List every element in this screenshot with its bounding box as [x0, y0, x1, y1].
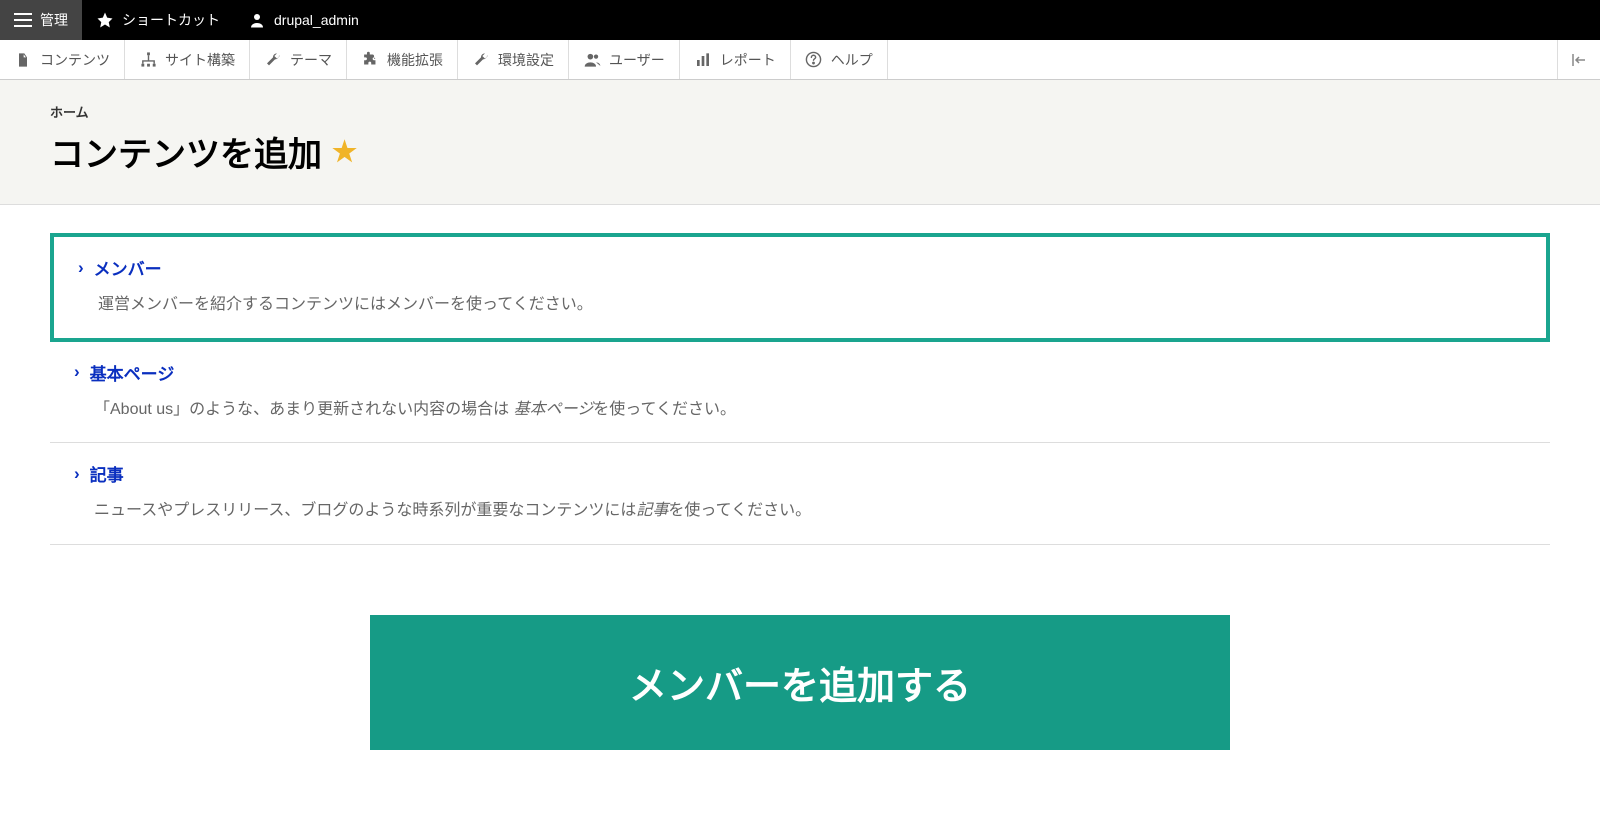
- top-toolbar: 管理 ショートカット drupal_admin: [0, 0, 1600, 40]
- shortcut-star-icon[interactable]: ★: [332, 135, 357, 168]
- shortcuts-button[interactable]: ショートカット: [82, 0, 234, 40]
- admin-menu-content[interactable]: コンテンツ: [0, 40, 125, 79]
- username-label: drupal_admin: [274, 12, 359, 28]
- user-icon: [583, 51, 601, 69]
- content-type-link[interactable]: › 記事: [74, 461, 1526, 486]
- sitemap-icon: [139, 51, 157, 69]
- toolbar-orientation-toggle[interactable]: [1557, 40, 1600, 79]
- hamburger-icon: [14, 13, 32, 27]
- breadcrumb[interactable]: ホーム: [50, 102, 1550, 121]
- wrench-icon: [264, 51, 282, 69]
- admin-menu-label: ヘルプ: [831, 50, 873, 70]
- admin-menu: コンテンツ サイト構築 テーマ 機能拡張 環境設定 ユーザー レポート ヘルプ: [0, 40, 1600, 80]
- chevron-right-icon: ›: [78, 258, 84, 278]
- admin-menu-config[interactable]: 環境設定: [458, 40, 569, 79]
- content-type-title: 記事: [90, 461, 124, 486]
- wrench-icon: [472, 51, 490, 69]
- content-type-article: › 記事 ニュースやプレスリリース、ブログのような時系列が重要なコンテンツには記…: [50, 443, 1550, 545]
- admin-menu-appearance[interactable]: テーマ: [250, 40, 347, 79]
- manage-label: 管理: [40, 10, 68, 30]
- admin-menu-people[interactable]: ユーザー: [569, 40, 680, 79]
- admin-menu-label: 環境設定: [498, 50, 554, 70]
- page-header: ホーム コンテンツを追加 ★: [0, 80, 1600, 205]
- big-button-wrap: メンバーを追加する: [50, 615, 1550, 750]
- admin-menu-label: 機能拡張: [387, 50, 443, 70]
- collapse-icon: [1570, 51, 1588, 69]
- add-member-button[interactable]: メンバーを追加する: [370, 615, 1230, 750]
- content-type-member: › メンバー 運営メンバーを紹介するコンテンツにはメンバーを使ってください。: [50, 233, 1550, 342]
- admin-menu-help[interactable]: ヘルプ: [791, 40, 888, 79]
- content-type-description: 運営メンバーを紹介するコンテンツにはメンバーを使ってください。: [78, 292, 1522, 318]
- shortcuts-label: ショートカット: [122, 10, 220, 30]
- page-title-text: コンテンツを追加: [50, 127, 322, 176]
- chevron-right-icon: ›: [74, 464, 80, 484]
- admin-menu-structure[interactable]: サイト構築: [125, 40, 250, 79]
- content-type-title: メンバー: [94, 255, 162, 280]
- admin-menu-extend[interactable]: 機能拡張: [347, 40, 458, 79]
- content-type-title: 基本ページ: [90, 360, 175, 385]
- admin-menu-label: コンテンツ: [40, 50, 110, 70]
- page-title: コンテンツを追加 ★: [50, 127, 1550, 176]
- admin-menu-reports[interactable]: レポート: [680, 40, 791, 79]
- user-icon: [248, 11, 266, 29]
- help-icon: [805, 51, 823, 69]
- admin-menu-label: テーマ: [290, 50, 332, 70]
- admin-menu-label: サイト構築: [165, 50, 235, 70]
- user-menu-button[interactable]: drupal_admin: [234, 0, 373, 40]
- manage-menu-button[interactable]: 管理: [0, 0, 82, 40]
- chevron-right-icon: ›: [74, 362, 80, 382]
- star-icon: [96, 11, 114, 29]
- content-type-link[interactable]: › 基本ページ: [74, 360, 1526, 385]
- content-type-description: 「About us」のような、あまり更新されない内容の場合は 基本ページを使って…: [74, 397, 1526, 423]
- spacer: [888, 40, 1557, 79]
- content-type-description: ニュースやプレスリリース、ブログのような時系列が重要なコンテンツには記事を使って…: [74, 498, 1526, 524]
- file-icon: [14, 51, 32, 69]
- content-type-link[interactable]: › メンバー: [78, 255, 1522, 280]
- admin-menu-label: ユーザー: [609, 50, 665, 70]
- chart-icon: [694, 51, 712, 69]
- puzzle-icon: [361, 51, 379, 69]
- admin-menu-label: レポート: [720, 50, 776, 70]
- content-type-basic-page: › 基本ページ 「About us」のような、あまり更新されない内容の場合は 基…: [50, 342, 1550, 444]
- content-type-list: › メンバー 運営メンバーを紹介するコンテンツにはメンバーを使ってください。 ›…: [0, 205, 1600, 778]
